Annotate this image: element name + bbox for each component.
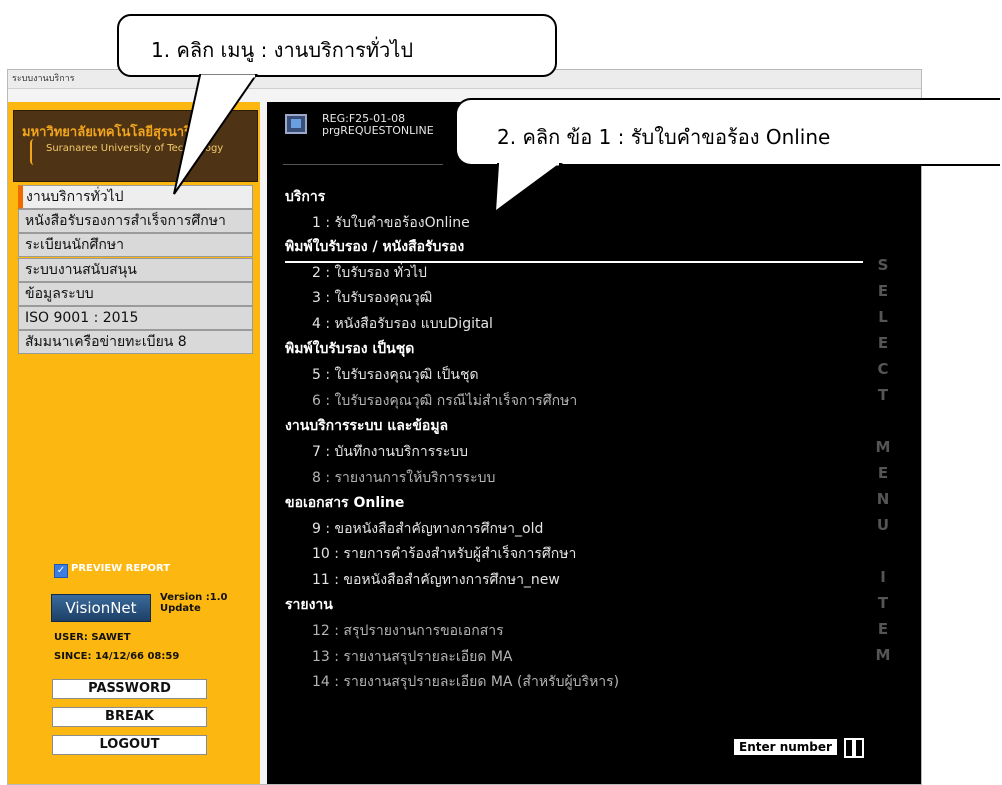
enter-number-input[interactable] <box>844 738 864 758</box>
menu-item-1[interactable]: 1 : รับใบคำขอร้องOnline <box>312 212 470 234</box>
callout-step-1: 1. คลิก เมนู : งานบริการทั่วไป <box>117 14 557 77</box>
service-menu-panel: REG:F25-01-08 prgREQUESTONLINE บริการ 1 … <box>267 102 921 784</box>
select-menu-item-vertical-text: SELECT MENU ITEM <box>873 252 893 668</box>
callout-step-1-text: 1. คลิก เมนู : งานบริการทั่วไป <box>151 38 414 62</box>
menu-item-9[interactable]: 9 : ขอหนังสือสำคัญทางการศึกษา_old <box>312 518 543 540</box>
visionnet-logo: VisionNet <box>51 594 151 622</box>
update-label: Update <box>160 603 201 614</box>
checkbox-icon[interactable]: ✓ <box>54 564 68 578</box>
sidebar-item-seminar[interactable]: สัมมนาเครือข่ายทะเบียน 8 <box>18 330 253 354</box>
logout-button[interactable]: LOGOUT <box>52 735 207 755</box>
menu-item-6[interactable]: 6 : ใบรับรองคุณวุฒิ กรณีไม่สำเร็จการศึกษ… <box>312 390 577 412</box>
vertical-letter: L <box>878 308 888 326</box>
vertical-letter: M <box>875 646 891 664</box>
preview-report-toggle[interactable]: ✓ PREVIEW REPORT <box>54 563 170 578</box>
vertical-letter: I <box>880 568 886 586</box>
sidebar-item-certificates[interactable]: หนังสือรับรองการสำเร็จการศึกษา <box>18 209 253 233</box>
callout-step-2: 2. คลิก ข้อ 1 : รับใบคำขอร้อง Online <box>455 98 1000 166</box>
vertical-letter: U <box>876 516 890 534</box>
user-label: USER: SAWET <box>54 632 131 643</box>
vertical-letter <box>873 538 893 564</box>
sidebar-item-general-services[interactable]: งานบริการทั่วไป <box>18 185 253 209</box>
vertical-letter: E <box>877 620 889 638</box>
sidebar-item-student-records[interactable]: ระเบียนนักศึกษา <box>18 233 253 257</box>
program-name: prgREQUESTONLINE <box>322 124 434 137</box>
menu-item-2[interactable]: 2 : ใบรับรอง ทั่วไป <box>312 262 427 284</box>
vertical-letter: T <box>877 594 889 612</box>
menu-item-4[interactable]: 4 : หนังสือรับรอง แบบDigital <box>312 313 493 335</box>
divider <box>283 164 443 165</box>
vertical-letter: T <box>877 386 889 404</box>
app-window: ระบบงานบริการ มหาวิทยาลัยเทคโนโลยีสุรนาร… <box>7 69 922 785</box>
sidebar-item-system-info[interactable]: ข้อมูลระบบ <box>18 282 253 306</box>
menu-item-10[interactable]: 10 : รายการคำร้องสำหรับผู้สำเร็จการศึกษา <box>312 543 576 565</box>
university-logo: มหาวิทยาลัยเทคโนโลยีสุรนารี Suranaree Un… <box>13 110 258 182</box>
program-header: REG:F25-01-08 prgREQUESTONLINE <box>322 113 434 137</box>
section-print-certificates: พิมพ์ใบรับรอง / หนังสือรับรอง <box>285 239 465 255</box>
menu-item-5[interactable]: 5 : ใบรับรองคุณวุฒิ เป็นชุด <box>312 364 479 386</box>
menu-item-11[interactable]: 11 : ขอหนังสือสำคัญทางการศึกษา_new <box>312 569 560 591</box>
section-reports: รายงาน <box>285 597 333 613</box>
sidebar-item-iso[interactable]: ISO 9001 : 2015 <box>18 306 253 330</box>
vertical-letter <box>873 408 893 434</box>
vertical-letter: E <box>877 282 889 300</box>
menu-item-3[interactable]: 3 : ใบรับรองคุณวุฒิ <box>312 287 432 309</box>
menu-item-13[interactable]: 13 : รายงานสรุปรายละเอียด MA <box>312 646 513 668</box>
version-label: Version :1.0 <box>160 592 228 603</box>
password-button[interactable]: PASSWORD <box>52 679 207 699</box>
menu-item-8[interactable]: 8 : รายงานการให้บริการระบบ <box>312 467 495 489</box>
version-info: Version :1.0 Update <box>160 592 227 614</box>
vertical-letter: E <box>877 464 889 482</box>
vertical-letter: M <box>875 438 891 456</box>
callout-step-2-text: 2. คลิก ข้อ 1 : รับใบคำขอร้อง Online <box>497 125 831 149</box>
menu-item-12[interactable]: 12 : สรุปรายงานการขอเอกสาร <box>312 620 504 642</box>
break-button[interactable]: BREAK <box>52 707 207 727</box>
enter-number-label: Enter number <box>734 739 837 755</box>
section-print-batch: พิมพ์ใบรับรอง เป็นชุด <box>285 341 415 357</box>
since-label: SINCE: 14/12/66 08:59 <box>54 651 180 662</box>
logo-subtitle: Suranaree University of Technology <box>46 143 224 154</box>
section-services: บริการ <box>285 189 326 205</box>
vertical-letter: C <box>877 360 889 378</box>
monitor-icon <box>285 114 307 134</box>
vertical-letter: N <box>876 490 890 508</box>
logo-title: มหาวิทยาลัยเทคโนโลยีสุรนารี <box>22 125 192 140</box>
sidebar: มหาวิทยาลัยเทคโนโลยีสุรนารี Suranaree Un… <box>8 102 260 784</box>
section-request-documents: ขอเอกสาร Online <box>285 495 405 511</box>
menu-item-14[interactable]: 14 : รายงานสรุปรายละเอียด MA (สำหรับผู้บ… <box>312 671 619 693</box>
menu-item-7[interactable]: 7 : บันทึกงานบริการระบบ <box>312 441 468 463</box>
section-system-services: งานบริการระบบ และข้อมูล <box>285 418 449 434</box>
logo-emblem-icon <box>30 139 46 165</box>
vertical-letter: E <box>877 334 889 352</box>
vertical-letter: S <box>877 256 889 274</box>
sidebar-item-support[interactable]: ระบบงานสนับสนุน <box>18 258 253 282</box>
